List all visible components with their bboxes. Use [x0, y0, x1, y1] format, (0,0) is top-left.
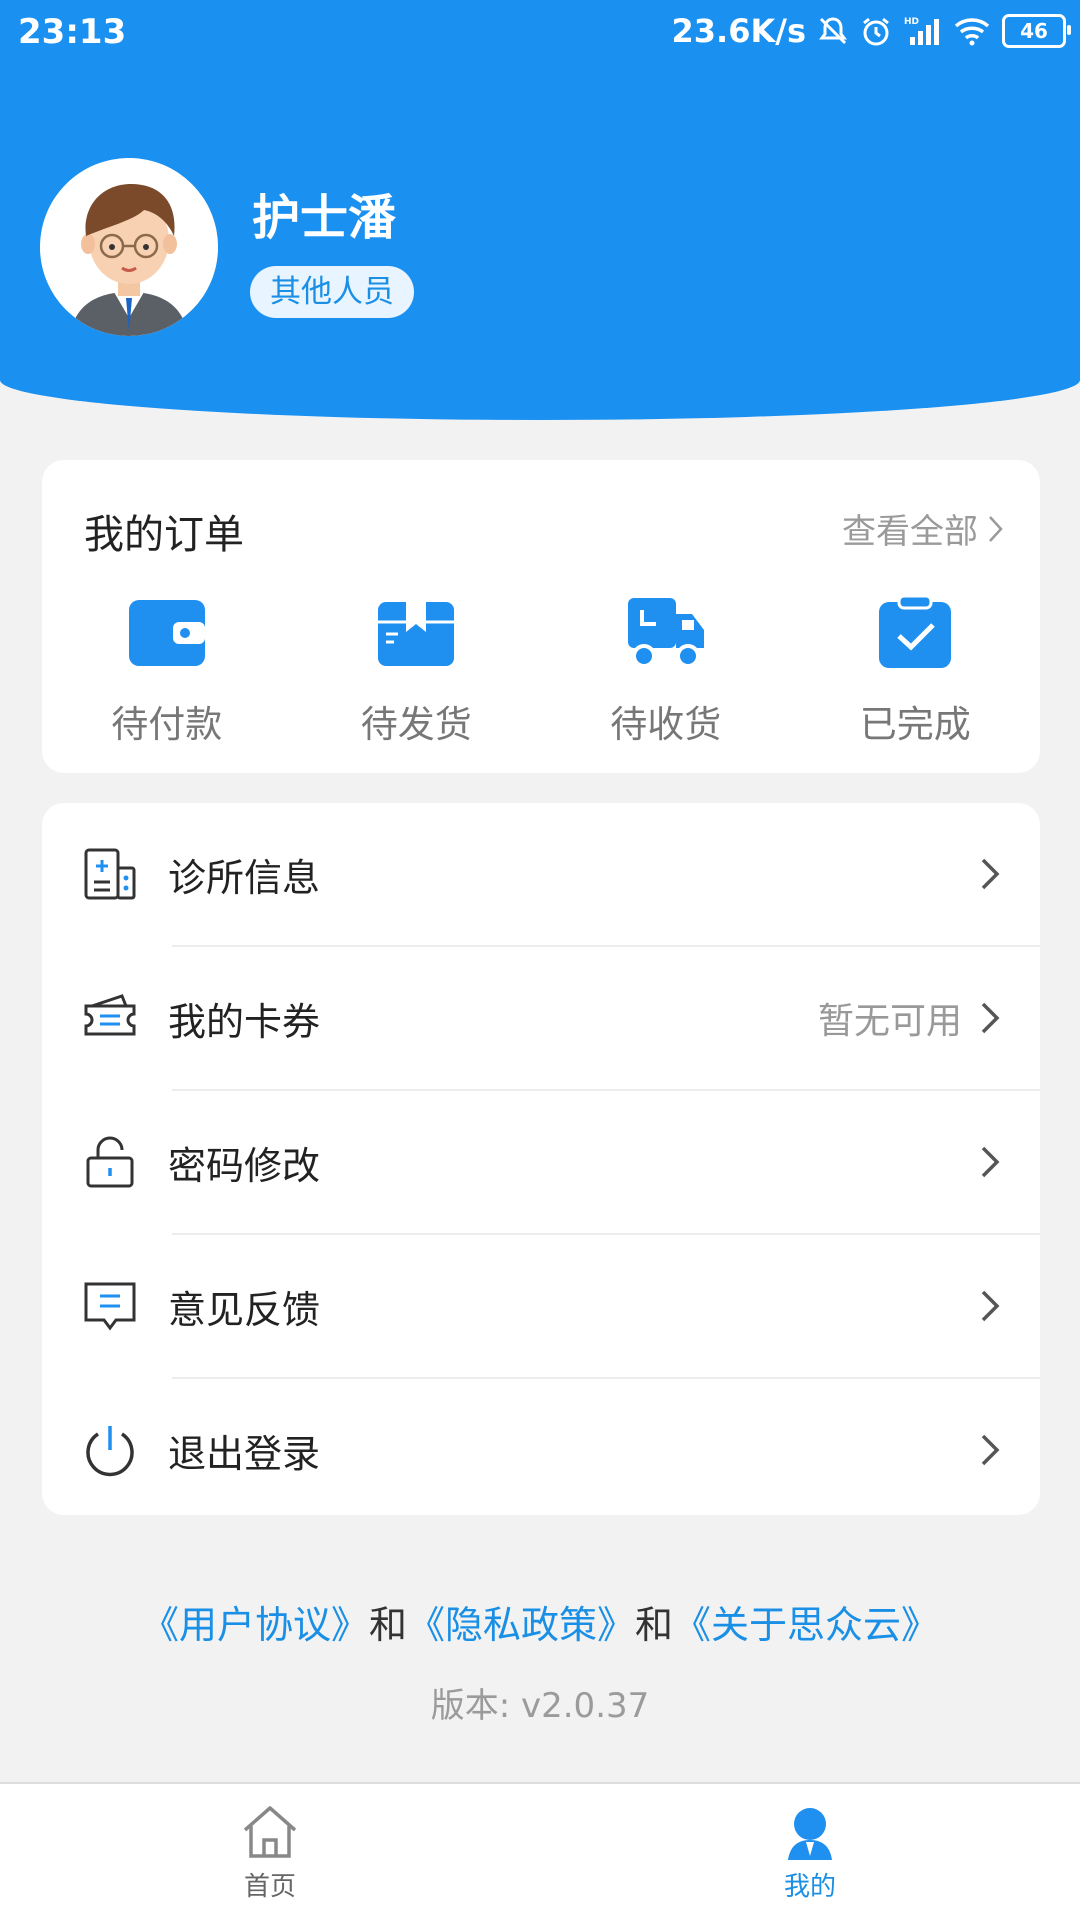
menu-card: 诊所信息 我的卡券 暂无可用 密码修改 意见反馈 退出登录	[42, 803, 1040, 1515]
view-all-label: 查看全部	[842, 512, 978, 552]
user-name: 护士潘	[252, 190, 397, 246]
about-link[interactable]: 《关于思众云》	[673, 1603, 939, 1647]
wallet-icon	[128, 600, 205, 666]
svg-text:HD: HD	[904, 17, 919, 27]
person-avatar-icon	[40, 158, 218, 336]
chevron-right-icon	[981, 1290, 1000, 1322]
view-all-orders-link[interactable]: 查看全部	[842, 504, 1004, 553]
status-bar: 23:13 23.6K/s HD 46	[0, 0, 1080, 66]
orders-card: 我的订单 查看全部 待付款 待发货 待收货 已完成	[42, 460, 1040, 773]
menu-item-clinic-info[interactable]: 诊所信息	[42, 803, 1040, 945]
menu-item-my-coupons-label: 我的卡券	[168, 999, 321, 1044]
status-time: 23:13	[18, 12, 127, 52]
menu-item-logout[interactable]: 退出登录	[42, 1379, 1040, 1521]
privacy-policy-link[interactable]: 《隐私政策》	[407, 1603, 635, 1647]
role-badge: 其他人员	[250, 266, 414, 318]
feedback-icon	[84, 1282, 136, 1331]
bell-muted-icon	[819, 17, 847, 45]
order-pending-shipment[interactable]: 待发货	[292, 594, 542, 748]
tab-home[interactable]: 首页	[170, 1804, 370, 1903]
hd-signal-icon: HD	[904, 17, 939, 45]
ticket-icon	[84, 994, 136, 1036]
menu-item-my-coupons-hint: 暂无可用	[817, 1001, 962, 1042]
truck-icon	[627, 598, 704, 668]
and-text: 和	[368, 1603, 407, 1647]
tab-mine-label: 我的	[783, 1872, 836, 1902]
version-text: 版本: v2.0.37	[430, 1686, 650, 1726]
menu-item-change-password-label: 密码修改	[168, 1143, 321, 1188]
clipboard-check-icon	[879, 594, 952, 668]
chevron-right-icon	[981, 1434, 1000, 1466]
clinic-icon	[84, 848, 136, 900]
profile-header: 23:13 23.6K/s HD 46 护士潘 其他人员	[0, 0, 1080, 420]
power-icon	[86, 1426, 134, 1477]
menu-item-change-password[interactable]: 密码修改	[42, 1091, 1040, 1233]
alarm-icon	[863, 17, 889, 46]
wifi-icon	[954, 18, 990, 46]
user-icon	[788, 1808, 832, 1860]
order-pending-shipment-label: 待发货	[360, 703, 472, 746]
chevron-right-icon	[989, 515, 1003, 542]
battery-icon: 46	[1002, 14, 1071, 48]
battery-level: 46	[1020, 19, 1048, 43]
agreements-links: 《用户协议》和《隐私政策》和《关于思众云》	[0, 1594, 1080, 1649]
menu-item-logout-label: 退出登录	[168, 1431, 321, 1476]
order-pending-payment[interactable]: 待付款	[42, 594, 292, 748]
chevron-right-icon	[981, 858, 1000, 890]
lock-icon	[86, 1136, 134, 1188]
bottom-tab-bar: 首页 我的	[0, 1782, 1080, 1922]
order-pending-receipt[interactable]: 待收货	[541, 594, 791, 748]
menu-item-feedback-label: 意见反馈	[168, 1287, 321, 1332]
status-indicators: 23.6K/s HD 46	[671, 12, 1071, 50]
orders-title: 我的订单	[84, 512, 244, 558]
menu-item-clinic-info-label: 诊所信息	[168, 855, 321, 900]
chevron-right-icon	[981, 1002, 1000, 1034]
order-pending-receipt-label: 待收货	[610, 703, 722, 746]
tab-home-label: 首页	[243, 1872, 296, 1902]
home-icon	[243, 1806, 297, 1858]
order-completed[interactable]: 已完成	[791, 594, 1041, 748]
menu-item-my-coupons[interactable]: 我的卡券 暂无可用	[42, 947, 1040, 1089]
and-text: 和	[635, 1603, 674, 1647]
order-pending-payment-label: 待付款	[111, 703, 223, 746]
order-completed-label: 已完成	[859, 703, 971, 746]
menu-item-feedback[interactable]: 意见反馈	[42, 1235, 1040, 1377]
network-speed: 23.6K/s	[671, 12, 806, 50]
order-status-row: 待付款 待发货 待收货 已完成	[42, 594, 1040, 748]
user-agreement-link[interactable]: 《用户协议》	[141, 1603, 369, 1647]
tab-mine[interactable]: 我的	[710, 1804, 910, 1903]
chevron-right-icon	[981, 1146, 1000, 1178]
avatar[interactable]	[40, 158, 218, 336]
box-icon	[378, 602, 455, 666]
